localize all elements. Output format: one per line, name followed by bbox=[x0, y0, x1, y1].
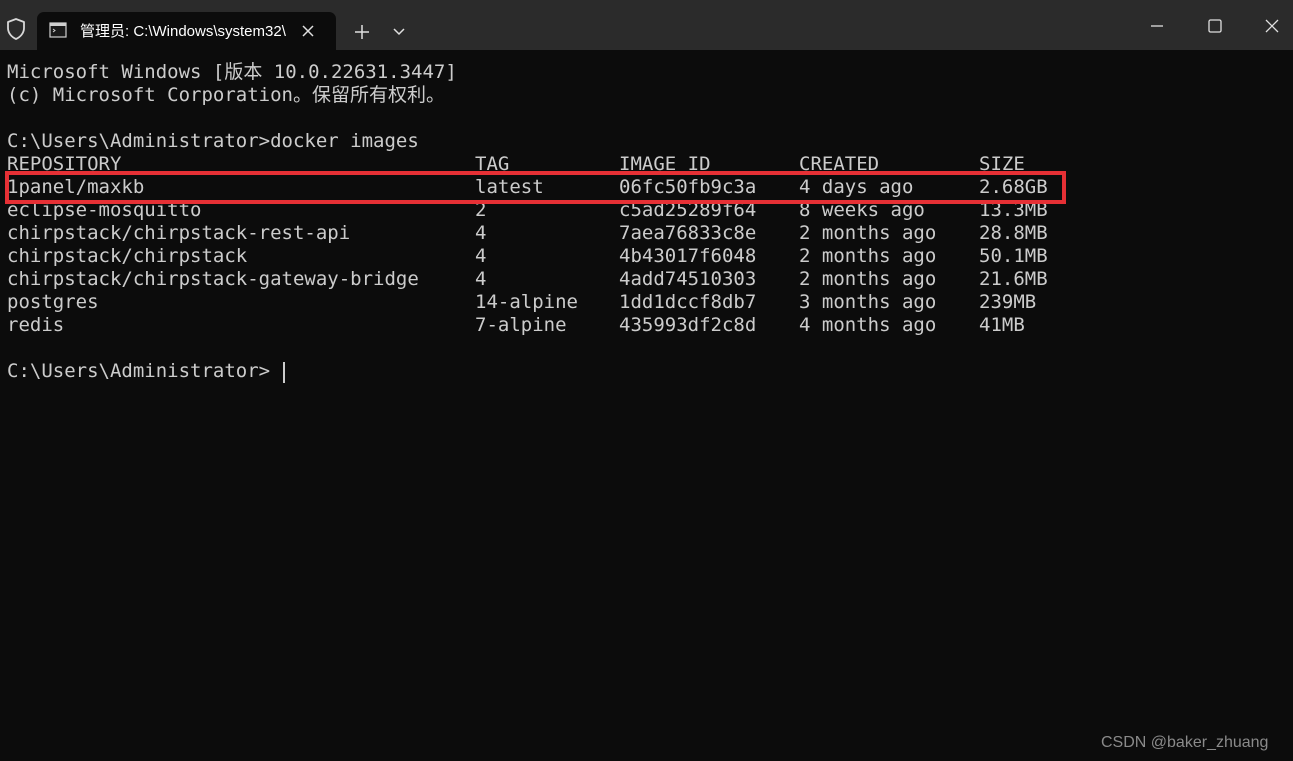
row-size: 41MB bbox=[979, 314, 1025, 336]
close-icon[interactable] bbox=[1260, 14, 1284, 38]
row-created: 3 months ago bbox=[799, 291, 937, 313]
plus-icon[interactable] bbox=[351, 21, 373, 43]
banner-line: Microsoft Windows [版本 10.0.22631.3447] bbox=[7, 61, 457, 83]
row-repository: chirpstack/chirpstack-gateway-bridge bbox=[7, 268, 419, 290]
row-image-id: 435993df2c8d bbox=[619, 314, 757, 336]
row-tag: 4 bbox=[475, 222, 487, 244]
row-repository: postgres bbox=[7, 291, 99, 313]
terminal-area[interactable]: Microsoft Windows [版本 10.0.22631.3447] (… bbox=[0, 50, 1293, 761]
row-tag: 14-alpine bbox=[475, 291, 578, 313]
shield-icon bbox=[7, 18, 25, 40]
row-tag: 4 bbox=[475, 245, 487, 267]
tab-cmd[interactable]: 管理员: C:\Windows\system32\cmd.exe bbox=[37, 12, 336, 50]
row-image-id: 1dd1dccf8db7 bbox=[619, 291, 757, 313]
console-icon bbox=[49, 22, 67, 38]
row-size: 21.6MB bbox=[979, 268, 1048, 290]
minimize-icon[interactable] bbox=[1145, 14, 1169, 38]
row-repository: chirpstack/chirpstack-rest-api bbox=[7, 222, 351, 244]
command-line: C:\Users\Administrator>docker images bbox=[7, 130, 419, 152]
row-created: 2 months ago bbox=[799, 245, 937, 267]
row-image-id: 4b43017f6048 bbox=[619, 245, 757, 267]
maximize-icon[interactable] bbox=[1203, 14, 1227, 38]
row-created: 4 months ago bbox=[799, 314, 937, 336]
row-size: 28.8MB bbox=[979, 222, 1048, 244]
row-created: 2 months ago bbox=[799, 222, 937, 244]
watermark: CSDN @baker_zhuang bbox=[1101, 734, 1269, 751]
close-icon[interactable] bbox=[300, 23, 316, 39]
row-size: 50.1MB bbox=[979, 245, 1048, 267]
row-repository: chirpstack/chirpstack bbox=[7, 245, 248, 267]
copyright-line: (c) Microsoft Corporation。保留所有权利。 bbox=[7, 84, 445, 106]
row-tag: 7-alpine bbox=[475, 314, 567, 336]
row-image-id: 7aea76833c8e bbox=[619, 222, 757, 244]
text-cursor bbox=[283, 362, 285, 383]
row-repository: redis bbox=[7, 314, 65, 336]
title-bar: 管理员: C:\Windows\system32\cmd.exe bbox=[0, 0, 1293, 50]
row-image-id: 4add74510303 bbox=[619, 268, 757, 290]
chevron-down-icon[interactable] bbox=[390, 24, 408, 40]
row-tag: 4 bbox=[475, 268, 487, 290]
row-created: 2 months ago bbox=[799, 268, 937, 290]
prompt-line: C:\Users\Administrator> bbox=[7, 360, 271, 382]
row-size: 239MB bbox=[979, 291, 1037, 313]
highlight-box bbox=[5, 171, 1066, 204]
tab-title: 管理员: C:\Windows\system32\cmd.exe bbox=[80, 23, 286, 40]
